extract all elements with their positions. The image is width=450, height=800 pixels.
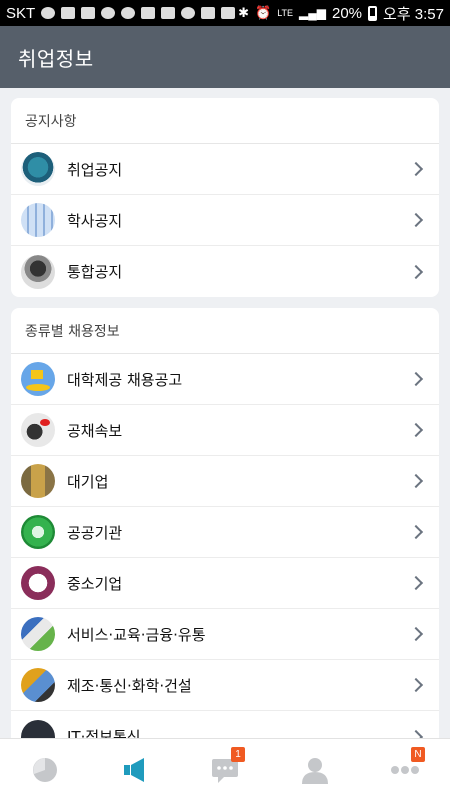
mail-icon [61,7,76,19]
recruitment-section: 종류별 채용정보 대학제공 채용공고 공채속보 대기업 공공기관 중소기업 서비… [11,308,439,738]
chevron-right-icon [408,575,424,591]
list-item-it[interactable]: IT·정보통신 [11,711,439,738]
chevron-right-icon [408,212,424,228]
app-icon [141,7,156,19]
it-icon [21,719,55,738]
new-badge: N [411,746,425,762]
network-label: LTE [277,7,294,18]
list-item-label: 공공기관 [67,523,123,542]
page-title: 취업정보 [18,46,94,71]
speech-person-icon [21,413,55,447]
list-item-large-companies[interactable]: 대기업 [11,456,439,507]
service-collage-icon [21,617,55,651]
industry-collage-icon [21,668,55,702]
chevron-right-icon [408,422,424,438]
bottom-nav: 1 N [0,738,450,800]
chevron-right-icon [408,524,424,540]
carrier-label: SKT [6,4,36,22]
app2-icon [201,7,216,19]
content-area[interactable]: 공지사항 취업공지 학사공지 통합공지 종류별 채용정보 대학제공 채용공고 공… [0,88,450,738]
list-item-label: 대학제공 채용공고 [67,370,183,389]
flipboard-icon [161,7,176,19]
more-dots-icon [391,765,419,774]
battery-percent: 20% [332,4,363,22]
list-item-sme[interactable]: 중소기업 [11,558,439,609]
section-title: 공지사항 [11,98,439,144]
list-item-label: IT·정보통신 [67,728,141,738]
notification-badge: 1 [231,746,245,762]
status-bar: SKT ✱ ⏰ LTE ▂▄▆ 20% 오후 3:57 [0,0,450,26]
chevron-right-icon [408,729,424,738]
chevron-right-icon [408,371,424,387]
alarm-icon: ⏰ [255,5,272,20]
section-title: 종류별 채용정보 [11,308,439,354]
battery-icon [368,5,378,21]
chevron-right-icon [408,677,424,693]
pie-home-icon [33,757,57,782]
chevron-right-icon [408,626,424,642]
list-item-combined-notice[interactable]: 통합공지 [11,246,439,297]
cloud-icon [181,7,196,19]
talk-icon [121,7,136,19]
list-item-label: 공채속보 [67,421,123,440]
list-item-label: 통합공지 [67,263,123,281]
nav-profile[interactable] [285,745,345,795]
emoji-icon [41,7,56,19]
chat-icon [101,7,116,19]
calendar-icon [21,203,55,237]
list-item-service-education[interactable]: 서비스·교육·금융·유통 [11,609,439,660]
sme-logo-icon [21,566,55,600]
person-photo-icon [21,254,55,289]
chevron-right-icon [408,473,424,489]
list-item-job-notice[interactable]: 취업공지 [11,144,439,195]
nav-messages[interactable]: 1 [195,745,255,795]
person-icon [302,757,328,784]
signal-icon: ▂▄▆ [299,6,326,20]
clock: 오후 3:57 [383,5,444,23]
list-item-public-institutions[interactable]: 공공기관 [11,507,439,558]
notice-badge-icon [21,152,55,186]
bluetooth-icon: ✱ [238,5,249,20]
public-emblem-icon [21,515,55,549]
list-item-label: 학사공지 [67,211,123,230]
nav-home[interactable] [15,745,75,795]
megaphone-icon [124,757,144,782]
list-item-label: 취업공지 [67,160,123,179]
app-header: 취업정보 [0,26,450,88]
building-icon [21,464,55,498]
list-item-label: 중소기업 [67,574,123,593]
list-item-breaking-news[interactable]: 공채속보 [11,405,439,456]
list-item-manufacturing[interactable]: 제조·통신·화학·건설 [11,660,439,711]
notice-section: 공지사항 취업공지 학사공지 통합공지 [11,98,439,297]
nav-more[interactable]: N [375,745,435,795]
nav-notice[interactable] [105,745,165,795]
flag-icon [21,362,55,396]
list-item-academic-notice[interactable]: 학사공지 [11,195,439,246]
chevron-right-icon [408,264,424,279]
list-item-label: 서비스·교육·금융·유통 [67,625,206,644]
app3-icon [221,7,236,19]
list-item-label: 제조·통신·화학·건설 [67,676,192,695]
list-item-label: 대기업 [67,472,109,491]
chevron-right-icon [408,161,424,177]
image-icon [81,7,96,19]
list-item-university-postings[interactable]: 대학제공 채용공고 [11,354,439,405]
